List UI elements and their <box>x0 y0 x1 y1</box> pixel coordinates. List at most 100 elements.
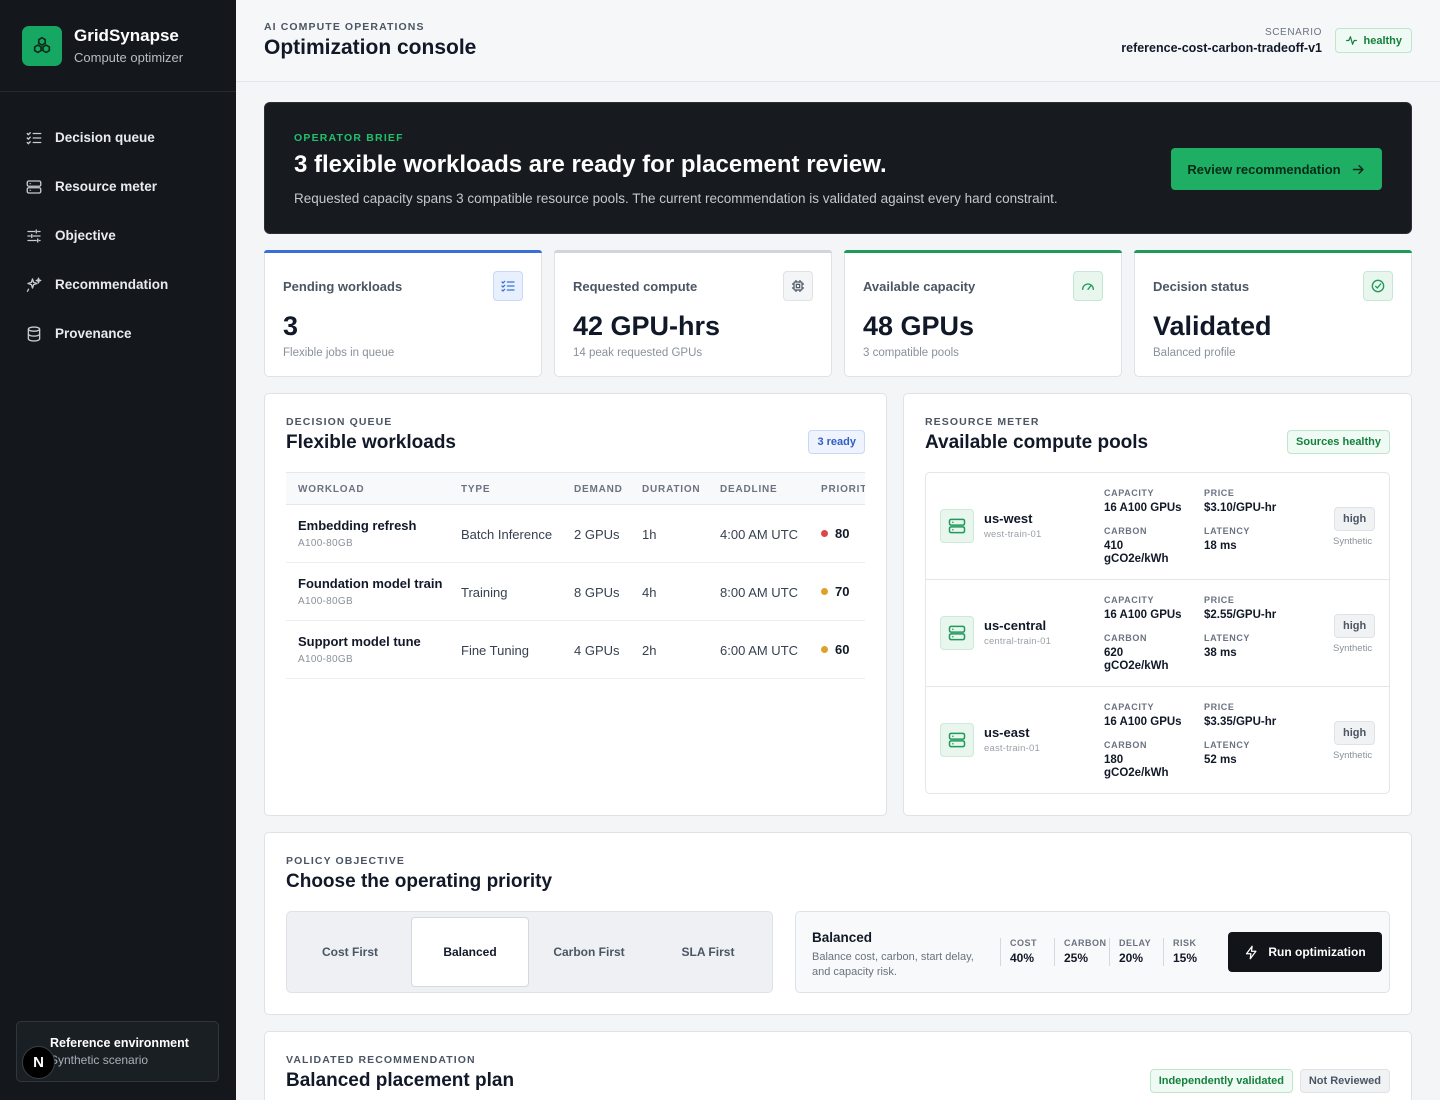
kpi-value: 48 GPUs <box>863 311 975 341</box>
kpi-card-requested-compute: Requested compute 42 GPU-hrs 14 peak req… <box>554 250 832 377</box>
weight-value: 15% <box>1173 951 1198 965</box>
weight-label: COST <box>1010 938 1038 948</box>
objective-summary: Balanced Balance cost, carbon, start del… <box>795 911 1390 993</box>
resource-meter-panel: RESOURCE METER Available compute pools S… <box>903 393 1412 816</box>
table-row[interactable]: Support model tune A100-80GB Fine Tuning… <box>286 621 865 679</box>
brand: GridSynapse Compute optimizer <box>0 0 236 92</box>
server-icon <box>940 509 974 543</box>
kpi-sub: 3 compatible pools <box>863 347 959 359</box>
workload-demand: 8 GPUs <box>574 585 620 600</box>
app-name: GridSynapse <box>74 26 179 45</box>
environment-subtitle: Synthetic scenario <box>50 1053 149 1067</box>
priority-cell: 70 <box>821 584 849 599</box>
status-badge-label: healthy <box>1363 34 1402 47</box>
column-header[interactable]: PRIORITY <box>821 484 865 495</box>
policy-eyebrow: POLICY OBJECTIVE <box>286 855 405 867</box>
workload-sku: A100-80GB <box>298 538 353 549</box>
sidebar-item-label: Provenance <box>55 326 132 341</box>
brief-title: 3 flexible workloads are ready for place… <box>294 151 887 178</box>
sidebar-nav: Decision queue Resource meter Objective … <box>0 92 236 358</box>
workload-deadline: 8:00 AM UTC <box>720 585 799 600</box>
column-header[interactable]: DEADLINE <box>720 484 778 495</box>
review-status-badge: Not Reviewed <box>1299 1069 1390 1093</box>
workload-type: Fine Tuning <box>461 643 529 658</box>
kpi-label: Available capacity <box>863 279 976 294</box>
sparkles-icon <box>26 277 42 292</box>
kpi-card-pending-workloads: Pending workloads 3 Flexible jobs in que… <box>264 250 542 377</box>
option-balanced[interactable]: Balanced <box>411 917 529 987</box>
profile-description: Balance cost, carbon, start delay, and c… <box>812 951 974 978</box>
recommendation-eyebrow: VALIDATED RECOMMENDATION <box>286 1054 476 1066</box>
table-row[interactable]: Foundation model train A100-80GB Trainin… <box>286 563 865 621</box>
latency-label: LATENCY <box>1204 633 1251 643</box>
priority-dot <box>821 588 828 595</box>
run-optimization-button[interactable]: Run optimization <box>1228 932 1382 972</box>
sidebar-item-label: Recommendation <box>55 277 169 292</box>
pools-eyebrow: RESOURCE METER <box>925 416 1040 428</box>
operator-brief: OPERATOR BRIEF 3 flexible workloads are … <box>264 102 1412 234</box>
table-row[interactable]: Embedding refresh A100-80GB Batch Infere… <box>286 505 865 563</box>
workload-duration: 1h <box>642 527 657 542</box>
review-recommendation-button[interactable]: Review recommendation <box>1171 148 1382 190</box>
price-value: $3.35/GPU-hr <box>1204 716 1277 728</box>
environment-card[interactable]: Reference environment Synthetic scenario… <box>16 1021 219 1082</box>
pool-list: us-west west-train-01 CAPACITY 16 A100 G… <box>925 472 1390 794</box>
carbon-unit: gCO2e/kWh <box>1104 767 1169 779</box>
workload-demand: 2 GPUs <box>574 527 620 542</box>
weight-delay: DELAY 20% <box>1109 938 1151 966</box>
priority-value: 60 <box>835 642 850 657</box>
sidebar-item-objective[interactable]: Objective <box>0 211 236 260</box>
workload-sku: A100-80GB <box>298 654 353 665</box>
price-label: PRICE <box>1204 595 1235 605</box>
weight-label: RISK <box>1173 938 1197 948</box>
price-label: PRICE <box>1204 488 1235 498</box>
tier-badge: high <box>1334 721 1376 745</box>
sidebar-item-resource-meter[interactable]: Resource meter <box>0 162 236 211</box>
tier-source: Synthetic <box>1333 750 1373 761</box>
validated-badge: Independently validated <box>1149 1069 1293 1093</box>
price-label: PRICE <box>1204 702 1235 712</box>
option-cost-first[interactable]: Cost First <box>291 917 409 987</box>
profile-title: Balanced <box>812 930 873 945</box>
server-icon <box>26 179 42 194</box>
scenario-label: SCENARIO <box>1264 27 1322 38</box>
sidebar-item-provenance[interactable]: Provenance <box>0 309 236 358</box>
pool-card-us-west[interactable]: us-west west-train-01 CAPACITY 16 A100 G… <box>926 473 1389 580</box>
carbon-unit: gCO2e/kWh <box>1104 553 1169 565</box>
priority-dot <box>821 646 828 653</box>
capacity-label: CAPACITY <box>1104 488 1155 498</box>
column-header[interactable]: DURATION <box>642 484 700 495</box>
pool-name: us-central <box>984 618 1047 633</box>
workload-demand: 4 GPUs <box>574 643 620 658</box>
sidebar-item-decision-queue[interactable]: Decision queue <box>0 113 236 162</box>
server-icon <box>940 723 974 757</box>
table-header: WORKLOAD TYPE DEMAND DURATION DEADLINE P… <box>286 472 865 505</box>
column-header[interactable]: TYPE <box>461 484 490 495</box>
carbon-value: 180 <box>1104 754 1124 766</box>
kpi-accent-bar <box>844 250 1122 253</box>
column-header[interactable]: WORKLOAD <box>298 484 364 495</box>
scenario-value: reference-cost-carbon-tradeoff-v1 <box>1121 41 1322 55</box>
capacity-value: 16 A100 GPUs <box>1104 609 1182 621</box>
app-subtitle: Compute optimizer <box>74 50 184 65</box>
sidebar-item-label: Resource meter <box>55 179 158 194</box>
kpi-sub: Balanced profile <box>1153 347 1236 359</box>
weight-label: CARBON <box>1064 938 1107 948</box>
pool-card-us-east[interactable]: us-east east-train-01 CAPACITY 16 A100 G… <box>926 687 1389 794</box>
kpi-value: Validated <box>1153 311 1272 341</box>
page-title: Optimization console <box>264 36 477 59</box>
option-sla-first[interactable]: SLA First <box>649 917 767 987</box>
priority-segmented-control: Cost First Balanced Carbon First SLA Fir… <box>286 911 773 993</box>
option-carbon-first[interactable]: Carbon First <box>530 917 648 987</box>
decision-queue-panel: DECISION QUEUE Flexible workloads 3 read… <box>264 393 887 816</box>
pool-id: east-train-01 <box>984 743 1040 754</box>
kpi-value: 42 GPU-hrs <box>573 311 721 341</box>
tier-source: Synthetic <box>1333 536 1373 547</box>
check-circle-icon <box>1363 271 1393 301</box>
avatar[interactable]: N <box>22 1046 55 1079</box>
kpi-accent-bar <box>264 250 542 253</box>
column-header[interactable]: DEMAND <box>574 484 623 495</box>
pool-card-us-central[interactable]: us-central central-train-01 CAPACITY 16 … <box>926 580 1389 687</box>
sidebar-item-recommendation[interactable]: Recommendation <box>0 260 236 309</box>
header-eyebrow: AI COMPUTE OPERATIONS <box>264 21 425 33</box>
